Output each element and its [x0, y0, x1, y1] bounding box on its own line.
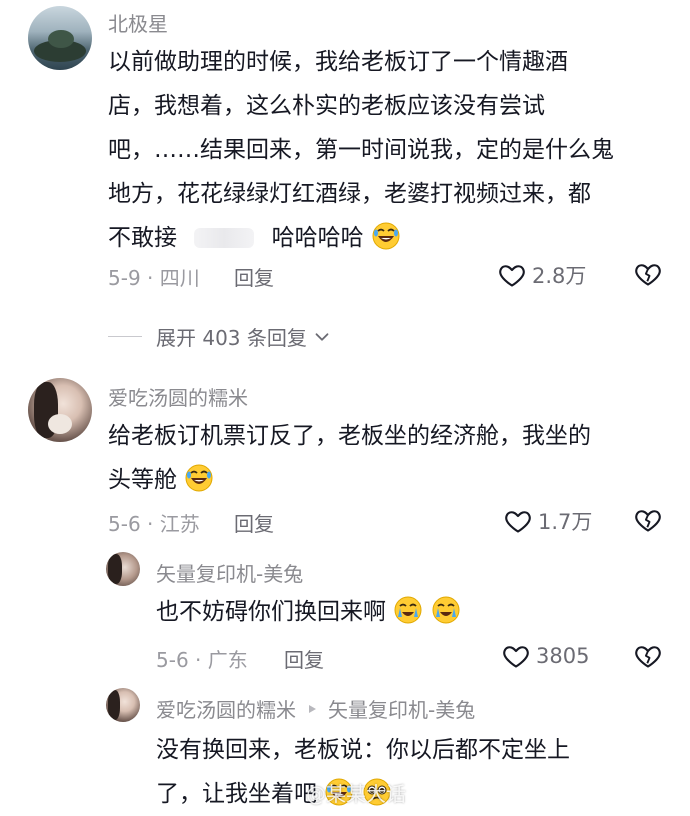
broken-heart-icon[interactable] — [634, 506, 662, 534]
like-button[interactable]: 2.8万 — [498, 260, 586, 290]
heart-outline-icon — [505, 511, 531, 533]
reply-button[interactable]: 回复 — [284, 644, 324, 673]
heart-outline-icon — [499, 265, 525, 287]
expand-replies[interactable]: 展开 403 条回复 — [108, 322, 333, 351]
rolling-laughing-emoji — [185, 464, 214, 492]
comment-text: 以前做助理的时候，我给老板订了一个情趣酒 店，我想着，这么朴实的老板应该没有尝试… — [108, 40, 668, 260]
rolling-laughing-emoji — [372, 222, 400, 250]
crying-laughing-emoji — [394, 596, 423, 624]
comment-date-location: 5-9 · 四川 — [108, 266, 200, 290]
comment-text-line: 不敢接 — [108, 225, 177, 251]
reply-header: 爱吃汤圆的糯米 矢量复印机-美兔 — [156, 694, 475, 723]
reply-text: 也不妨碍你们换回来啊 — [156, 590, 656, 634]
chevron-down-icon — [315, 332, 329, 341]
avatar[interactable] — [28, 378, 92, 442]
like-button[interactable]: 1.7万 — [504, 506, 592, 536]
comment-text-line: 吧，……结果回来，第一时间说我，定的是什么鬼 — [108, 137, 614, 163]
comment-username[interactable]: 北极星 — [108, 8, 168, 37]
divider — [108, 336, 142, 337]
comment-text-line: 头等舱 — [108, 467, 177, 493]
comment-username[interactable]: 爱吃汤圆的糯米 — [108, 382, 248, 411]
blur-redaction — [194, 228, 255, 248]
comment-text-line: 以前做助理的时候，我给老板订了一个情趣酒 — [108, 49, 568, 75]
reply-text: 没有换回来，老板说：你以后都不定坐上 了，让我坐着吧 — [156, 728, 676, 816]
comment-text-tail: 哈哈哈哈 — [271, 225, 364, 251]
avatar[interactable] — [28, 6, 92, 70]
reply-username[interactable]: 矢量复印机-美兔 — [156, 558, 303, 587]
comment-text: 给老板订机票订反了，老板坐的经济舱，我坐的 头等舱 — [108, 414, 668, 502]
reply-to-username[interactable]: 矢量复印机-美兔 — [328, 694, 475, 723]
expand-replies-label: 展开 403 条回复 — [156, 326, 307, 350]
comment-text-line: 地方，花花绿绿灯红酒绿，老婆打视频过来，都 — [108, 181, 591, 207]
reply-username[interactable]: 爱吃汤圆的糯米 — [156, 694, 296, 723]
avatar[interactable] — [106, 688, 140, 722]
like-count: 1.7万 — [538, 510, 593, 534]
reply-text-line: 没有换回来，老板说：你以后都不定坐上 — [156, 737, 570, 763]
like-button[interactable]: 3805 — [502, 642, 589, 670]
broken-heart-icon[interactable] — [634, 642, 662, 670]
comment-text-line: 给老板订机票订反了，老板坐的经济舱，我坐的 — [108, 423, 591, 449]
crying-laughing-emoji — [431, 596, 460, 624]
like-count: 2.8万 — [532, 264, 587, 288]
watermark: @某某大话 — [306, 782, 406, 806]
broken-heart-icon[interactable] — [634, 260, 662, 288]
reply-date-location: 5-6 · 广东 — [156, 648, 248, 672]
reply-button[interactable]: 回复 — [234, 262, 274, 291]
reply-button[interactable]: 回复 — [234, 508, 274, 537]
comment-text-line: 店，我想着，这么朴实的老板应该没有尝试 — [108, 93, 545, 119]
heart-outline-icon — [503, 646, 529, 668]
reply-text-line: 了，让我坐着吧 — [156, 781, 317, 807]
triangle-right-icon — [309, 704, 316, 713]
comment-date-location: 5-6 · 江苏 — [108, 512, 200, 536]
avatar[interactable] — [106, 552, 140, 586]
like-count: 3805 — [536, 644, 590, 668]
